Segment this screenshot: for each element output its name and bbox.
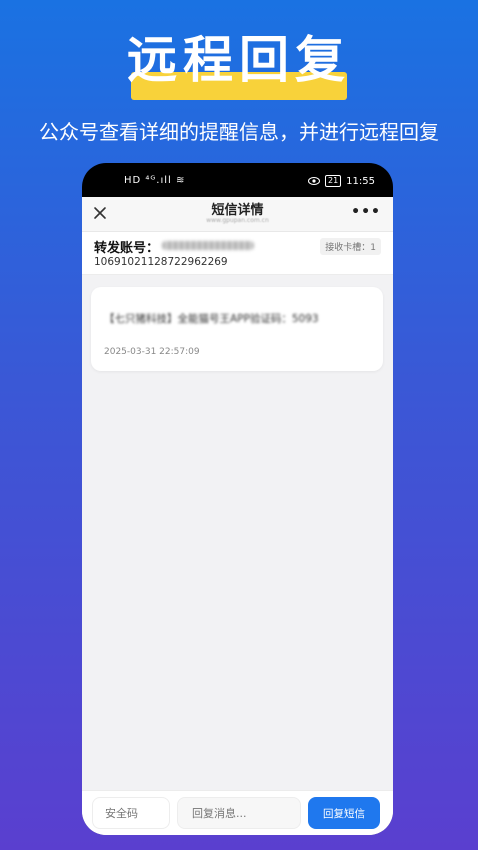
- reply-bar: 回复短信: [82, 790, 393, 835]
- masked-account-value: [162, 241, 254, 250]
- signal-wifi-icons: HD ⁴ᴳ.ıll ≋: [124, 175, 186, 186]
- forward-account-label: 转发账号：: [94, 241, 160, 256]
- promo-title: 远程回复: [0, 28, 478, 100]
- page-domain: www.gpupan.com.cn: [206, 217, 269, 224]
- message-content: 【七只猪科技】全能猫号王APP验证码：5093: [104, 313, 319, 325]
- eye-icon: [307, 177, 320, 185]
- account-info: 转发账号： 10691021128722962269 接收卡槽：1: [82, 232, 393, 275]
- reply-sms-button[interactable]: 回复短信: [308, 797, 380, 829]
- page-title: 短信详情: [211, 203, 264, 218]
- security-code-input[interactable]: [92, 797, 170, 829]
- message-card: 【七只猪科技】全能猫号王APP验证码：5093 2025-03-31 22:57…: [91, 287, 383, 371]
- app-screen: 短信详情 www.gpupan.com.cn ••• 转发账号： 1069102…: [82, 197, 393, 835]
- reply-message-input[interactable]: [177, 797, 301, 829]
- sender-number: 10691021128722962269: [94, 256, 228, 268]
- sim-slot-badge: 接收卡槽：1: [320, 238, 381, 255]
- status-right: 21 11:55: [307, 175, 375, 187]
- promo-subtitle: 公众号查看详细的提醒信息，并进行远程回复: [39, 120, 439, 144]
- clock: 11:55: [346, 175, 375, 187]
- promo-title-text: 远程回复: [127, 31, 351, 89]
- battery-icon: 21: [324, 175, 342, 187]
- message-time: 2025-03-31 22:57:09: [104, 347, 200, 357]
- status-bar: HD ⁴ᴳ.ıll ≋ 21 11:55: [82, 163, 393, 197]
- phone-frame: HD ⁴ᴳ.ıll ≋ 21 11:55 短信详情 www.gpupan.com…: [82, 163, 393, 835]
- nav-bar: 短信详情 www.gpupan.com.cn •••: [82, 197, 393, 232]
- more-icon[interactable]: •••: [351, 204, 381, 220]
